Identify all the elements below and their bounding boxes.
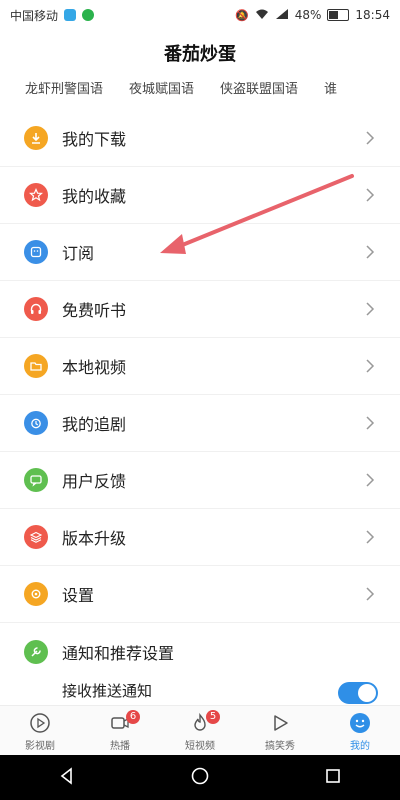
chevron-right-icon [360,359,380,373]
menu-list: 我的下载 我的收藏 订阅 免费听书 本地视频 我的追剧 用户反馈 版本升级 设置… [0,110,400,680]
hot-badge: 6 [126,710,140,724]
menu-item-label: 本地视频 [62,358,127,377]
signal-icon [275,8,289,23]
chevron-right-icon [360,473,380,487]
nav-item-dramas[interactable]: 影视剧 [0,706,80,756]
status-bar: 中国移动 🔕 48% 18:54 [0,0,400,30]
bottom-nav: 影视剧 6 热播 5 短视频 搞笑秀 我的 [0,705,400,756]
play-triangle-icon [268,711,292,735]
short-video-badge: 5 [206,710,220,724]
chevron-right-icon [360,131,380,145]
page-title: 番茄炒蛋 [164,44,236,65]
menu-item-notification-settings[interactable]: 通知和推荐设置 [0,623,400,680]
nav-item-funny[interactable]: 搞笑秀 [240,706,320,756]
menu-item-label: 我的追剧 [62,415,127,434]
toggle-knob [358,684,376,702]
download-icon [24,126,48,150]
gear-icon [24,582,48,606]
menu-item-label: 通知和推荐设置 [62,643,175,663]
clock: 18:54 [355,8,390,22]
push-notification-toggle[interactable] [338,682,378,704]
push-notification-label: 接收推送通知 [62,682,153,700]
nav-label: 我的 [350,740,370,752]
chevron-right-icon [360,302,380,316]
layers-icon [24,525,48,549]
tab-history-1[interactable]: 龙虾刑警国语 [25,78,103,97]
wifi-icon [255,8,269,23]
wechat-icon [82,9,95,21]
subscribe-icon [24,240,48,264]
feedback-icon [24,468,48,492]
battery-icon [327,9,350,21]
alarm-icon [24,411,48,435]
menu-item-local-video[interactable]: 本地视频 [0,338,400,395]
back-icon[interactable] [57,766,77,790]
star-icon [24,183,48,207]
menu-item-label: 我的收藏 [62,187,127,206]
tab-history-3[interactable]: 侠盗联盟国语 [220,78,298,97]
chevron-right-icon [360,188,380,202]
nav-item-me[interactable]: 我的 [320,706,400,756]
app-notification-icon [64,9,77,21]
chevron-right-icon [360,530,380,544]
history-tabs: 龙虾刑警国语 夜城赋国语 侠盗联盟国语 谁 [0,78,400,97]
menu-item-label: 用户反馈 [62,472,127,491]
nav-label: 搞笑秀 [265,740,295,752]
menu-item-subscribe[interactable]: 订阅 [0,224,400,281]
folder-icon [24,354,48,378]
wrench-icon [24,639,48,664]
menu-item-audiobooks[interactable]: 免费听书 [0,281,400,338]
chevron-right-icon [360,587,380,601]
menu-item-label: 订阅 [62,244,95,263]
battery-percent: 48% [294,8,322,22]
menu-item-settings[interactable]: 设置 [0,566,400,623]
menu-item-favorites[interactable]: 我的收藏 [0,167,400,224]
chevron-right-icon [360,416,380,430]
menu-item-feedback[interactable]: 用户反馈 [0,452,400,509]
play-circle-icon [28,711,52,735]
smile-icon [348,711,372,735]
menu-item-label: 免费听书 [62,301,127,320]
headphones-icon [24,297,48,321]
system-nav-bar [0,755,400,800]
menu-item-following[interactable]: 我的追剧 [0,395,400,452]
nav-label: 影视剧 [25,740,55,752]
menu-item-download[interactable]: 我的下载 [0,110,400,167]
home-icon[interactable] [190,766,210,790]
chevron-right-icon [360,245,380,259]
mute-icon: 🔕 [235,8,249,22]
menu-item-label: 设置 [62,586,95,605]
nav-item-short-video[interactable]: 5 短视频 [160,706,240,756]
nav-label: 短视频 [185,740,215,752]
menu-item-label: 我的下载 [62,130,127,149]
recents-icon[interactable] [323,766,343,790]
tab-history-2[interactable]: 夜城赋国语 [129,78,194,97]
tab-history-4[interactable]: 谁 [324,78,337,97]
nav-label: 热播 [110,740,130,752]
nav-item-hot[interactable]: 6 热播 [80,706,160,756]
menu-item-label: 版本升级 [62,529,127,548]
menu-item-upgrade[interactable]: 版本升级 [0,509,400,566]
carrier-label: 中国移动 [10,8,59,23]
